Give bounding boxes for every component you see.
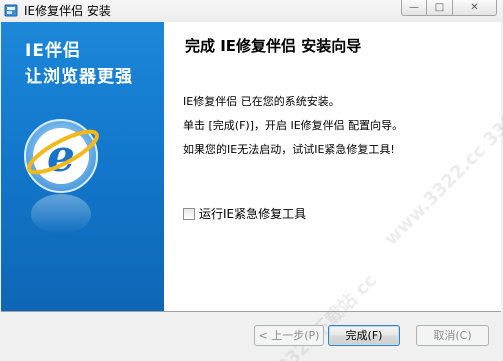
window-controls: — □ ✕ xyxy=(401,0,497,16)
minimize-icon: — xyxy=(409,1,419,13)
maximize-icon: □ xyxy=(434,1,445,13)
finish-button[interactable]: 完成(F) xyxy=(328,325,400,346)
minimize-button[interactable]: — xyxy=(401,0,427,16)
maximize-button[interactable]: □ xyxy=(427,0,453,16)
banner-slogan: 让浏览器更强 xyxy=(25,67,133,87)
back-button[interactable]: < 上一步(P) xyxy=(254,325,324,346)
wizard-banner: IE伴侣 让浏览器更强 e xyxy=(1,22,164,311)
banner-title: IE伴侣 xyxy=(25,41,81,61)
close-button[interactable]: ✕ xyxy=(453,0,497,16)
window-title: IE修复伴侣 安装 xyxy=(24,4,111,18)
finish-instruction: 单击 [完成(F)]，开启 IE修复伴侣 配置向导。 xyxy=(183,119,404,132)
installed-message: IE修复伴侣 已在您的系统安装。 xyxy=(183,95,340,108)
run-repair-tool-checkbox[interactable] xyxy=(183,207,195,220)
installer-window: IE修复伴侣 安装 — □ ✕ IE伴侣 让浏览器更强 e 完成 IE修复伴侣 … xyxy=(0,0,503,361)
wizard-heading: 完成 IE修复伴侣 安装向导 xyxy=(185,37,362,55)
repair-tip: 如果您的IE无法启动，试试IE紧急修复工具! xyxy=(183,143,395,156)
close-icon: ✕ xyxy=(470,1,479,13)
installer-app-icon xyxy=(4,4,18,17)
run-repair-tool-option[interactable]: 运行IE紧急修复工具 xyxy=(183,205,306,222)
wizard-content: IE伴侣 让浏览器更强 e 完成 IE修复伴侣 安装向导 IE修复伴侣 已在您的… xyxy=(1,22,503,312)
ie-logo-icon: e xyxy=(24,119,99,234)
watermark-text: www.3322.cc 3322下载站 xyxy=(380,62,503,250)
cancel-button[interactable]: 取消(C) xyxy=(416,325,489,346)
title-bar[interactable]: IE修复伴侣 安装 — □ ✕ xyxy=(0,0,503,22)
run-repair-tool-label: 运行IE紧急修复工具 xyxy=(199,207,307,221)
